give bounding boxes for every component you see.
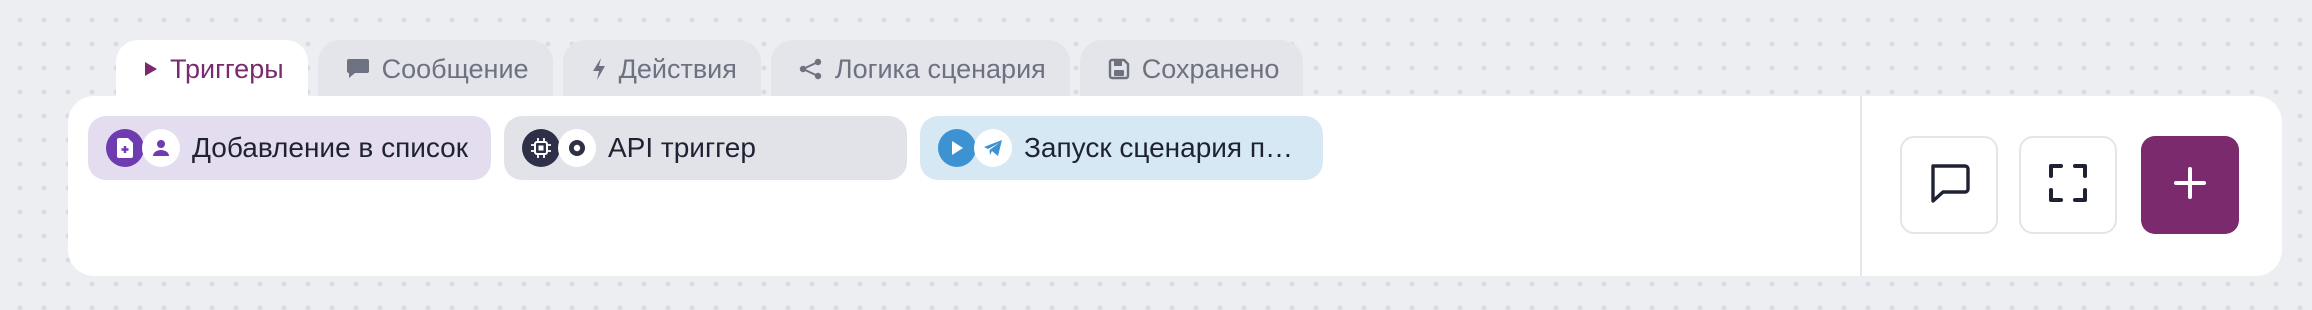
share-nodes-icon: [799, 58, 823, 80]
tab-label: Действия: [618, 53, 737, 84]
tab-message[interactable]: Сообщение: [317, 40, 553, 98]
panel-divider: [1860, 96, 1862, 276]
add-to-list-icon: [106, 129, 144, 167]
tab-label: Сообщение: [381, 53, 529, 84]
comment-icon: [1927, 161, 1971, 210]
tab-bar: Триггеры Сообщение Действия Логика сцена…: [116, 40, 1304, 98]
save-icon: [1108, 58, 1130, 80]
play-circle-icon: [938, 129, 976, 167]
trigger-chip-scenario-launch[interactable]: Запуск сценария п…: [920, 116, 1323, 180]
comment-button[interactable]: [1900, 136, 1998, 234]
tab-label: Триггеры: [170, 53, 284, 84]
play-icon: [144, 61, 158, 77]
trigger-label: API триггер: [608, 132, 756, 163]
api-chip-icon: [522, 129, 560, 167]
tab-saved[interactable]: Сохранено: [1079, 40, 1304, 98]
tab-label: Логика сценария: [834, 53, 1046, 84]
message-icon: [346, 58, 370, 80]
tab-triggers[interactable]: Триггеры: [116, 40, 308, 98]
trigger-label: Запуск сценария п…: [1024, 132, 1294, 163]
bolt-icon: [591, 57, 607, 81]
webhook-icon: [558, 129, 596, 167]
trigger-chip-add-to-list[interactable]: Добавление в список: [88, 116, 491, 180]
user-icon: [142, 129, 180, 167]
add-button[interactable]: [2141, 136, 2239, 234]
telegram-icon: [974, 129, 1012, 167]
tab-actions[interactable]: Действия: [562, 40, 761, 98]
tab-label: Сохранено: [1141, 53, 1280, 84]
trigger-chip-api[interactable]: API триггер: [504, 116, 907, 180]
tab-scenario-logic[interactable]: Логика сценария: [770, 40, 1070, 98]
triggers-panel: Добавление в список API триггер Запуск с…: [68, 96, 2282, 276]
plus-icon: [2173, 166, 2207, 205]
fullscreen-icon: [2048, 163, 2088, 208]
trigger-label: Добавление в список: [192, 132, 469, 163]
expand-button[interactable]: [2019, 136, 2117, 234]
